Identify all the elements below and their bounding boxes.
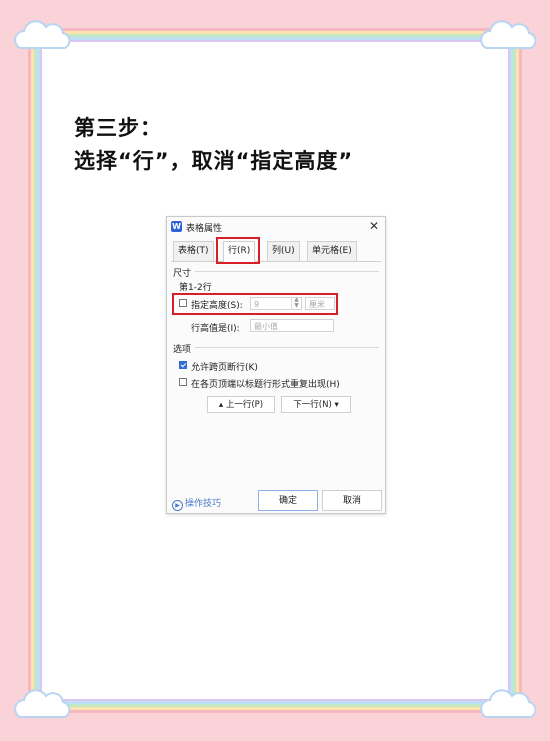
cancel-button[interactable]: 取消 [322, 490, 382, 511]
height-value: 9 [254, 300, 260, 309]
row-height-is-label: 行高值是(I): [191, 324, 240, 334]
row-height-mode-select[interactable]: 最小值 [250, 319, 334, 332]
repeat-header-label: 在各页顶端以标题行形式重复出现(H) [191, 380, 340, 390]
tab-table[interactable]: 表格(T) [173, 241, 214, 261]
row-range-label: 第1-2行 [179, 283, 212, 293]
ok-button[interactable]: 确定 [258, 490, 318, 511]
height-unit-select[interactable]: 厘米 [305, 297, 335, 310]
specify-height-label: 指定高度(S): [191, 301, 243, 311]
options-section-label: 选项 [173, 345, 192, 355]
step-title: 第三步： [74, 116, 162, 140]
step-heading: 第三步： 选择“行”，取消“指定高度” [74, 112, 353, 178]
wps-app-icon: W [171, 221, 182, 232]
size-separator [195, 271, 379, 272]
height-spinner-icon[interactable]: ▲ ▼ [291, 297, 301, 310]
height-unit: 厘米 [309, 300, 325, 309]
cloud-icon [14, 689, 71, 718]
tips-label: 操作技巧 [185, 499, 222, 509]
tab-bar: 表格(T) 行(R) 列(U) 单元格(E) [171, 241, 381, 262]
frame-stripe-left [28, 30, 42, 711]
close-icon[interactable]: ✕ [369, 219, 379, 233]
cloud-icon [480, 689, 537, 718]
previous-row-button[interactable]: ▴ 上一行(P) [207, 396, 275, 413]
tab-cell[interactable]: 单元格(E) [307, 241, 357, 261]
frame-stripe-bottom [30, 699, 520, 713]
frame-stripe-right [508, 30, 522, 711]
height-value-input[interactable]: 9 ▲ ▼ [250, 297, 302, 310]
repeat-header-checkbox[interactable] [179, 378, 187, 386]
step-instruction: 选择“行”，取消“指定高度” [74, 149, 354, 173]
specify-height-checkbox[interactable] [179, 299, 187, 307]
cloud-icon [14, 20, 71, 49]
allow-break-checkbox[interactable] [179, 361, 187, 369]
frame-stripe-top [30, 28, 520, 42]
row-height-mode-value: 最小值 [254, 322, 278, 331]
table-properties-dialog: W 表格属性 ✕ 表格(T) 行(R) 列(U) 单元格(E) 尺寸 第1-2行… [166, 216, 386, 514]
allow-break-label: 允许跨页断行(K) [191, 363, 258, 373]
cloud-icon [480, 20, 537, 49]
dialog-title: 表格属性 [186, 224, 223, 234]
options-separator [195, 347, 379, 348]
size-section-label: 尺寸 [173, 269, 192, 279]
row-tab-highlight [216, 237, 260, 264]
dialog-titlebar: W 表格属性 ✕ [167, 217, 385, 237]
next-row-button[interactable]: 下一行(N) ▾ [281, 396, 351, 413]
tab-column[interactable]: 列(U) [267, 241, 300, 261]
play-icon: ▶ [172, 500, 183, 511]
tips-link[interactable]: ▶ 操作技巧 [172, 496, 221, 511]
